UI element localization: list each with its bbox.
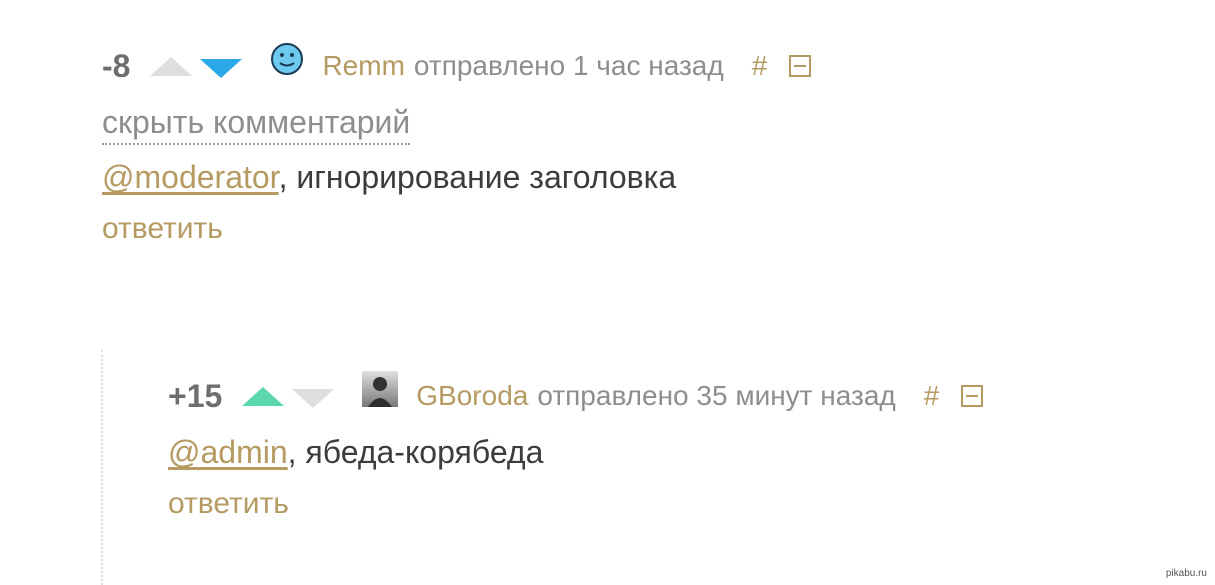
comment-timestamp: отправлено 35 минут назад	[537, 380, 896, 411]
permalink-hash[interactable]: #	[924, 380, 940, 412]
hide-comment-link[interactable]: скрыть комментарий	[102, 104, 411, 145]
comment-timestamp: отправлено 1 час назад	[413, 50, 724, 81]
comment-body: @moderator, игнорирование заголовка	[102, 159, 811, 196]
mention-link[interactable]: @moderator	[102, 159, 279, 195]
comment-text: , ябеда-корябеда	[287, 434, 544, 470]
thread-line	[101, 350, 103, 585]
downvote-arrow-icon[interactable]	[292, 388, 335, 408]
comment-header: +15 GBoroda отправлено 35 минут назад #	[168, 370, 984, 422]
comment: -8 Remm отправлено 1 час назад # скрыть …	[102, 40, 812, 246]
comment-rating: -8	[102, 47, 131, 84]
comment: +15 GBoroda отправлено 35 минут назад #	[168, 370, 984, 521]
user-photo-icon[interactable]	[362, 370, 399, 412]
comment-text: , игнорирование заголовка	[278, 159, 677, 195]
permalink-hash[interactable]: #	[752, 50, 768, 82]
reply-link[interactable]: ответить	[102, 212, 223, 245]
comment-header: -8 Remm отправлено 1 час назад #	[102, 40, 812, 92]
downvote-arrow-icon[interactable]	[200, 58, 243, 78]
comment-author[interactable]: GBoroda	[416, 380, 528, 412]
watermark: pikabu.ru	[1165, 568, 1207, 579]
upvote-arrow-icon[interactable]	[242, 386, 285, 406]
comment-rating: +15	[168, 377, 223, 414]
comment-body: @admin, ябеда-корябеда	[168, 434, 983, 471]
reply-link[interactable]: ответить	[168, 487, 289, 520]
comment-author[interactable]: Remm	[322, 50, 404, 82]
mention-link[interactable]: @admin	[168, 434, 288, 470]
smiley-face-icon[interactable]	[270, 42, 304, 81]
collapse-icon[interactable]	[789, 55, 812, 77]
collapse-icon[interactable]	[961, 385, 984, 407]
upvote-arrow-icon[interactable]	[150, 56, 193, 76]
